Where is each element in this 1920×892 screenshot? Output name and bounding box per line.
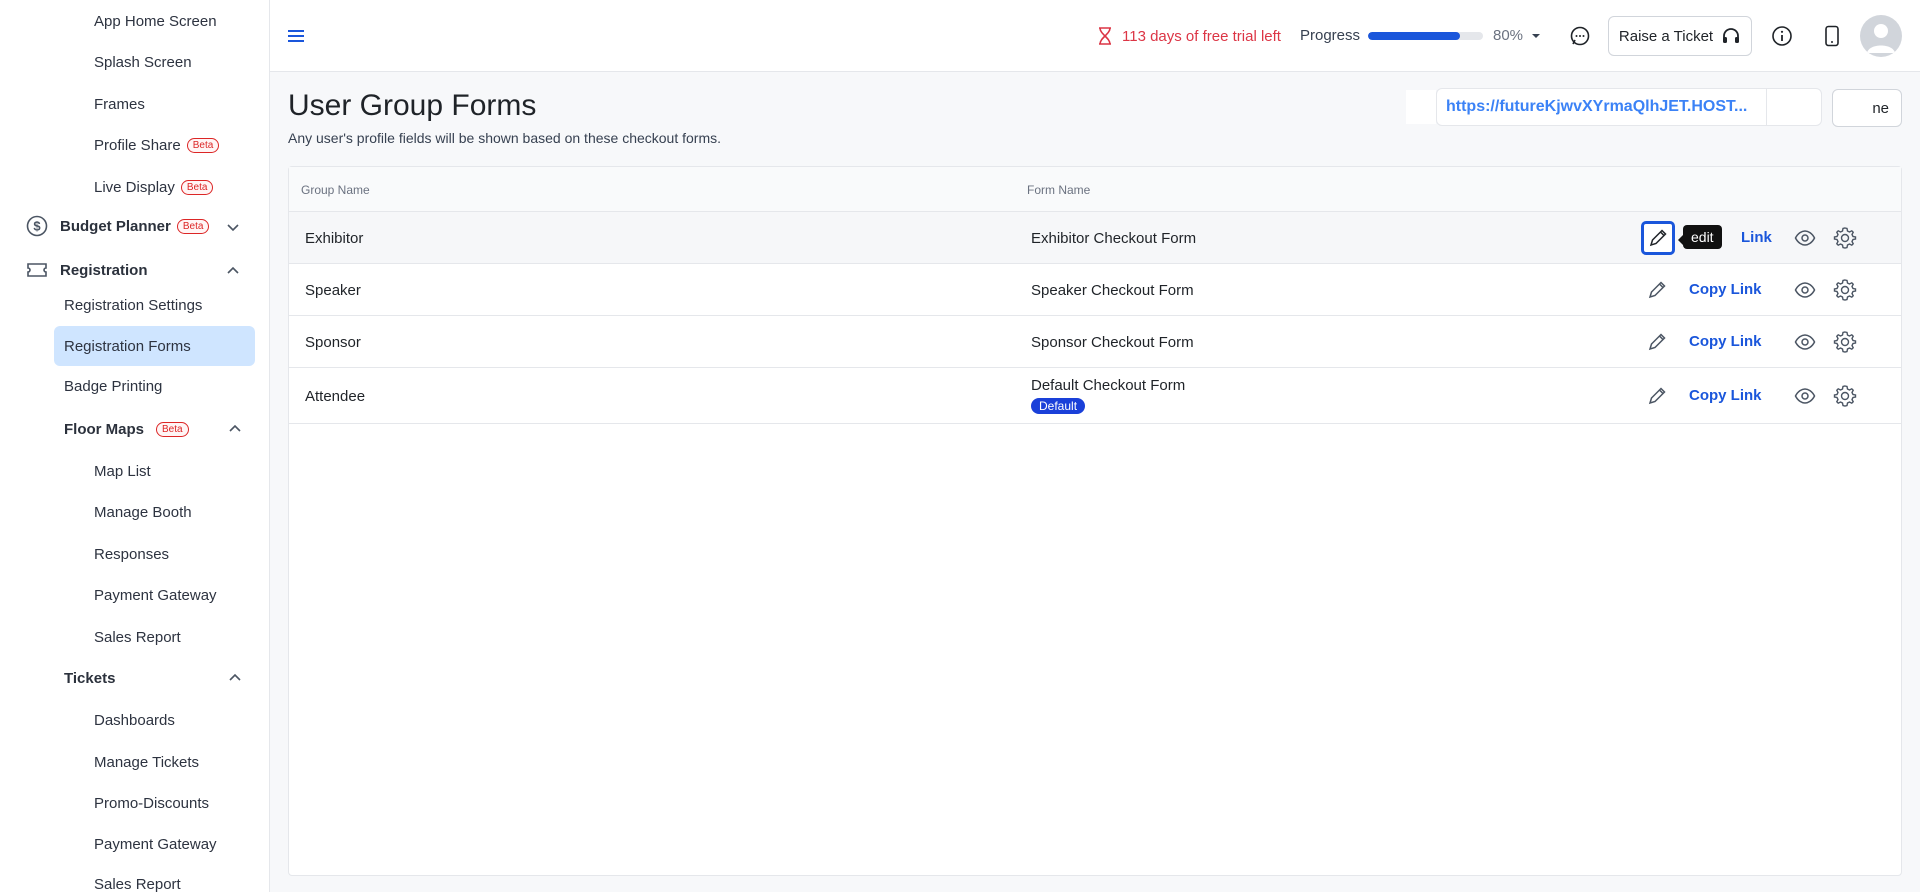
info-icon[interactable]	[1770, 24, 1794, 48]
column-header-group-name: Group Name	[301, 183, 370, 197]
ticket-icon	[26, 259, 48, 281]
user-group-forms-table: Group Name Form Name Exhibitor Exhibitor…	[288, 166, 1902, 876]
edit-tooltip: edit	[1678, 225, 1722, 249]
chevron-up-icon[interactable]	[228, 422, 242, 436]
pencil-icon	[1648, 333, 1666, 351]
progress-fill	[1368, 32, 1460, 40]
group-name-cell: Speaker	[305, 282, 361, 299]
sidebar-item-app-home-screen[interactable]: App Home Screen	[94, 13, 217, 30]
edit-button[interactable]	[1643, 276, 1671, 304]
table-header: Group Name Form Name	[289, 167, 1901, 212]
caret-down-icon	[1532, 33, 1541, 38]
raise-ticket-button[interactable]: Raise a Ticket	[1608, 16, 1752, 56]
copy-link-button[interactable]: Copy Link	[1689, 387, 1762, 404]
eye-icon[interactable]	[1793, 278, 1817, 302]
sidebar-item-live-display[interactable]: Live Display Beta	[94, 179, 214, 196]
edit-button-focused[interactable]	[1641, 221, 1675, 255]
form-name-cell: Speaker Checkout Form	[1031, 282, 1194, 299]
gear-icon[interactable]	[1833, 384, 1857, 408]
chevron-down-icon[interactable]	[226, 220, 240, 234]
page-title: User Group Forms	[288, 89, 537, 122]
sidebar-item-profile-share[interactable]: Profile Share Beta	[94, 137, 220, 154]
eye-icon[interactable]	[1793, 330, 1817, 354]
gear-icon[interactable]	[1833, 278, 1857, 302]
beta-badge: Beta	[176, 218, 210, 234]
dollar-circle-icon: $	[26, 215, 48, 237]
sidebar-group-floor-maps[interactable]: Floor Maps Beta	[64, 421, 189, 438]
pencil-icon	[1649, 229, 1667, 247]
sidebar-group-budget-planner[interactable]: $ Budget Planner Beta	[26, 215, 210, 237]
url-box-overlay	[1406, 90, 1436, 124]
sidebar-item-frames[interactable]: Frames	[94, 96, 145, 113]
form-name-cell: Exhibitor Checkout Form	[1031, 230, 1197, 247]
copy-link-button[interactable]: Link	[1741, 229, 1772, 246]
eye-icon[interactable]	[1793, 226, 1817, 250]
avatar[interactable]	[1860, 15, 1902, 57]
hourglass-icon	[1099, 27, 1111, 45]
default-badge: Default	[1031, 398, 1086, 414]
eye-icon[interactable]	[1793, 384, 1817, 408]
headset-icon	[1723, 28, 1740, 43]
form-name-cell: Default Checkout Form Default	[1031, 377, 1186, 414]
sidebar-item-sales-report[interactable]: Sales Report	[94, 629, 181, 646]
group-name-cell: Attendee	[305, 388, 366, 405]
sidebar-group-registration[interactable]: Registration	[26, 259, 148, 281]
edit-button[interactable]	[1643, 328, 1671, 356]
form-name-cell: Sponsor Checkout Form	[1031, 334, 1194, 351]
sidebar-item-dashboards[interactable]: Dashboards	[94, 712, 175, 729]
sidebar-group-tickets[interactable]: Tickets	[64, 670, 115, 687]
sidebar-item-promo-discounts[interactable]: Promo-Discounts	[94, 795, 209, 812]
pencil-icon	[1648, 281, 1666, 299]
group-name-cell: Exhibitor	[305, 230, 364, 247]
sidebar-item-manage-tickets[interactable]: Manage Tickets	[94, 754, 199, 771]
url-divider	[1766, 88, 1767, 126]
form-url-link[interactable]: https://futureKjwvXYrmaQlhJET.HOST...	[1446, 98, 1756, 116]
sidebar: App Home Screen Splash Screen Frames Pro…	[0, 0, 270, 892]
sidebar-item-splash-screen[interactable]: Splash Screen	[94, 54, 192, 71]
sidebar-item-manage-booth[interactable]: Manage Booth	[94, 504, 192, 521]
beta-badge: Beta	[156, 422, 189, 437]
table-row: Exhibitor Exhibitor Checkout Form edit L…	[289, 212, 1901, 264]
pencil-icon	[1648, 387, 1666, 405]
beta-badge: Beta	[186, 138, 220, 153]
table-row: Speaker Speaker Checkout Form Copy Link	[289, 264, 1901, 316]
gear-icon[interactable]	[1833, 330, 1857, 354]
svg-text:$: $	[33, 219, 41, 234]
column-header-form-name: Form Name	[1027, 183, 1091, 197]
sidebar-item-payment-gateway[interactable]: Payment Gateway	[94, 587, 217, 604]
chat-icon[interactable]	[1568, 24, 1592, 48]
main-content: User Group Forms Any user's profile fiel…	[270, 72, 1920, 892]
sidebar-item-map-list[interactable]: Map List	[94, 463, 151, 480]
progress-dropdown[interactable]: 80%	[1493, 27, 1541, 44]
sidebar-item-payment-gateway-tickets[interactable]: Payment Gateway	[94, 836, 217, 853]
sidebar-item-registration-settings[interactable]: Registration Settings	[64, 297, 202, 314]
sidebar-item-registration-forms[interactable]: Registration Forms	[64, 338, 191, 355]
page-subtitle: Any user's profile fields will be shown …	[288, 130, 722, 146]
side-button[interactable]: ne	[1832, 89, 1902, 127]
progress-label: Progress	[1300, 27, 1361, 44]
chevron-up-icon[interactable]	[226, 264, 240, 278]
group-name-cell: Sponsor	[305, 334, 361, 351]
mobile-phone-icon[interactable]	[1820, 24, 1844, 48]
progress-bar	[1368, 32, 1483, 40]
sidebar-item-responses[interactable]: Responses	[94, 546, 169, 563]
copy-link-button[interactable]: Copy Link	[1689, 333, 1762, 350]
sidebar-item-badge-printing[interactable]: Badge Printing	[64, 378, 162, 395]
table-row: Attendee Default Checkout Form Default C…	[289, 368, 1901, 424]
top-header: 113 days of free trial left Progress 80%…	[270, 0, 1920, 72]
edit-button[interactable]	[1643, 382, 1671, 410]
chevron-up-icon[interactable]	[228, 671, 242, 685]
copy-link-button[interactable]: Copy Link	[1689, 281, 1762, 298]
trial-notice: 113 days of free trial left	[1096, 26, 1281, 46]
gear-icon[interactable]	[1833, 226, 1857, 250]
sidebar-item-sales-report-tickets[interactable]: Sales Report	[94, 876, 181, 892]
user-avatar-icon	[1867, 24, 1895, 53]
table-row: Sponsor Sponsor Checkout Form Copy Link	[289, 316, 1901, 368]
beta-badge: Beta	[180, 180, 214, 195]
hamburger-menu-icon[interactable]	[286, 26, 306, 46]
